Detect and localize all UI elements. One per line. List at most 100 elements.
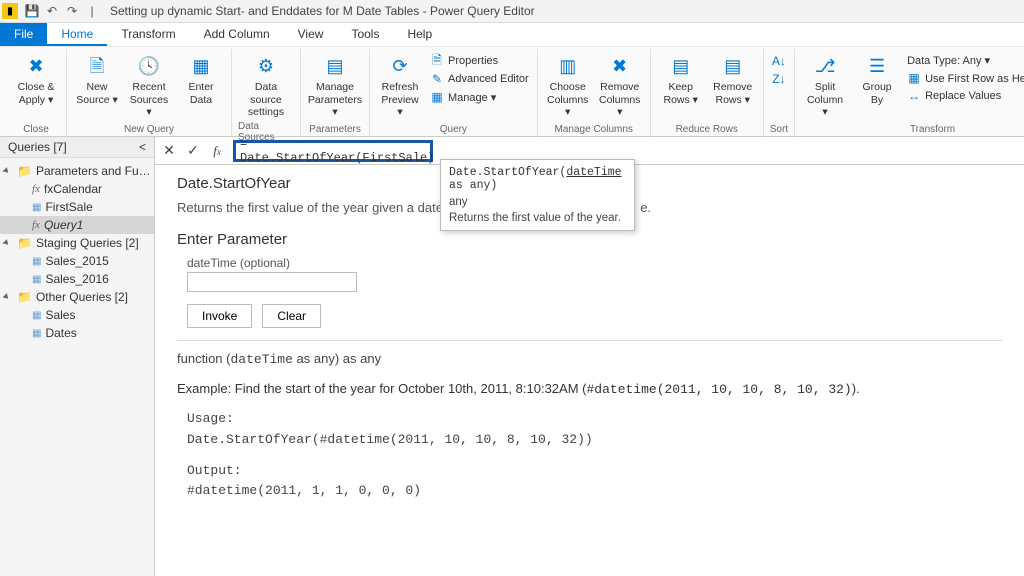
ribbon-group-reducerows: ▤ Keep Rows ▾ ▤ Remove Rows ▾ Reduce Row… bbox=[651, 49, 764, 137]
remove-rows-button[interactable]: ▤ Remove Rows ▾ bbox=[709, 51, 757, 108]
function-icon: fx bbox=[32, 183, 40, 195]
collapse-icon[interactable]: < bbox=[139, 140, 146, 154]
table-icon: ▦ bbox=[32, 274, 41, 285]
replace-values-button[interactable]: ↔Replace Values bbox=[905, 88, 1024, 104]
cancel-formula-button[interactable]: ✕ bbox=[161, 142, 177, 159]
parameters-icon: ▤ bbox=[321, 53, 349, 81]
query-sales[interactable]: ▦Sales bbox=[0, 306, 154, 324]
undo-icon[interactable]: ↶ bbox=[44, 3, 60, 19]
invoke-button[interactable]: Invoke bbox=[187, 304, 252, 328]
manage-parameters-button[interactable]: ▤ Manage Parameters ▾ bbox=[307, 51, 363, 121]
group-by-icon: ☰ bbox=[863, 53, 891, 81]
datasource-settings-button[interactable]: ⚙ Data source settings bbox=[238, 51, 294, 121]
folder-icon: 📁 bbox=[17, 236, 32, 250]
query-sales2015[interactable]: ▦Sales_2015 bbox=[0, 252, 154, 270]
ribbon-group-transform: ⎇ Split Column ▾ ☰ Group By Data Type: A… bbox=[795, 49, 1024, 137]
group-label-parameters: Parameters bbox=[309, 124, 361, 137]
function-icon: fx bbox=[32, 219, 40, 231]
advanced-editor-button[interactable]: ✎Advanced Editor bbox=[428, 71, 531, 87]
param-label: dateTime (optional) bbox=[187, 256, 1002, 270]
enter-data-icon: ▦ bbox=[187, 53, 215, 81]
ribbon-group-managecols: ▥ Choose Columns ▾ ✖ Remove Columns ▾ Ma… bbox=[538, 49, 651, 137]
close-apply-button[interactable]: ✖︎ Close & Apply ▾ bbox=[12, 51, 60, 108]
menu-view[interactable]: View bbox=[284, 23, 338, 46]
group-label-query: Query bbox=[440, 124, 467, 137]
function-signature: function (dateTime as any) as any bbox=[177, 351, 1002, 367]
split-column-icon: ⎇ bbox=[811, 53, 839, 81]
sidebar-header[interactable]: Queries [7] < bbox=[0, 137, 154, 158]
queries-sidebar: Queries [7] < 📁Parameters and Fu… fxfxCa… bbox=[0, 137, 155, 576]
table-icon: ▦ bbox=[32, 310, 41, 321]
enter-parameter-heading: Enter Parameter bbox=[177, 231, 1002, 248]
group-label-reducerows: Reduce Rows bbox=[676, 124, 738, 137]
folder-staging[interactable]: 📁Staging Queries [2] bbox=[0, 234, 154, 252]
folder-icon: 📁 bbox=[17, 290, 32, 304]
function-desc: Returns the first value of the year give… bbox=[177, 200, 443, 215]
recent-sources-button[interactable]: 🕓 Recent Sources ▾ bbox=[125, 51, 173, 121]
table-icon: ▦ bbox=[32, 202, 41, 213]
keep-rows-button[interactable]: ▤ Keep Rows ▾ bbox=[657, 51, 705, 108]
replace-icon: ↔ bbox=[907, 89, 921, 103]
choose-columns-icon: ▥ bbox=[554, 53, 582, 81]
query-sales2016[interactable]: ▦Sales_2016 bbox=[0, 270, 154, 288]
ribbon-group-datasources: ⚙ Data source settings Data Sources bbox=[232, 49, 301, 137]
pbi-icon: ▮ bbox=[2, 3, 18, 19]
formula-input[interactable]: = Date.StartOfYear(FirstSale) bbox=[233, 140, 433, 162]
redo-icon[interactable]: ↷ bbox=[64, 3, 80, 19]
fx-icon[interactable]: fx bbox=[209, 143, 225, 159]
save-icon[interactable]: 💾 bbox=[24, 3, 40, 19]
menu-help[interactable]: Help bbox=[393, 23, 446, 46]
qat-divider: | bbox=[84, 3, 100, 19]
group-by-button[interactable]: ☰ Group By bbox=[853, 51, 901, 108]
first-row-headers-button[interactable]: ▦Use First Row as Headers ▾ bbox=[905, 70, 1024, 86]
menu-file[interactable]: File bbox=[0, 23, 47, 46]
group-label-newquery: New Query bbox=[124, 124, 174, 137]
choose-columns-button[interactable]: ▥ Choose Columns ▾ bbox=[544, 51, 592, 121]
ribbon-group-newquery: 🗎 New Source ▾ 🕓 Recent Sources ▾ ▦ Ente… bbox=[67, 49, 232, 137]
query-tree: 📁Parameters and Fu… fxfxCalendar ▦FirstS… bbox=[0, 158, 154, 346]
group-label-sort: Sort bbox=[770, 124, 788, 137]
properties-button[interactable]: 🗎Properties bbox=[428, 53, 531, 69]
ribbon-group-parameters: ▤ Manage Parameters ▾ Parameters bbox=[301, 49, 370, 137]
clear-button[interactable]: Clear bbox=[262, 304, 321, 328]
divider bbox=[177, 340, 1002, 341]
menu-home[interactable]: Home bbox=[47, 23, 107, 46]
query-query1[interactable]: fxQuery1 bbox=[0, 216, 154, 234]
split-column-button[interactable]: ⎇ Split Column ▾ bbox=[801, 51, 849, 121]
menu-tools[interactable]: Tools bbox=[337, 23, 393, 46]
group-label-close: Close bbox=[23, 124, 49, 137]
titlebar: ▮ 💾 ↶ ↷ | Setting up dynamic Start- and … bbox=[0, 0, 1024, 23]
example-heading: Example: Find the start of the year for … bbox=[177, 381, 1002, 397]
remove-columns-button[interactable]: ✖ Remove Columns ▾ bbox=[596, 51, 644, 121]
menubar: File Home Transform Add Column View Tool… bbox=[0, 23, 1024, 47]
query-fxcalendar[interactable]: fxfxCalendar bbox=[0, 180, 154, 198]
keep-rows-icon: ▤ bbox=[667, 53, 695, 81]
datatype-button[interactable]: Data Type: Any ▾ bbox=[905, 53, 1024, 68]
query-dates[interactable]: ▦Dates bbox=[0, 324, 154, 342]
query-firstsale[interactable]: ▦FirstSale bbox=[0, 198, 154, 216]
sort-asc-button[interactable]: A↓ bbox=[770, 53, 788, 69]
refresh-icon: ⟳ bbox=[386, 53, 414, 81]
param-input[interactable] bbox=[187, 272, 357, 292]
refresh-preview-button[interactable]: ⟳ Refresh Preview ▾ bbox=[376, 51, 424, 121]
remove-rows-icon: ▤ bbox=[719, 53, 747, 81]
folder-parameters[interactable]: 📁Parameters and Fu… bbox=[0, 162, 154, 180]
accept-formula-button[interactable]: ✓ bbox=[185, 142, 201, 159]
table-icon: ▦ bbox=[32, 328, 41, 339]
menu-addcolumn[interactable]: Add Column bbox=[190, 23, 284, 46]
group-label-managecols: Manage Columns bbox=[555, 124, 633, 137]
recent-icon: 🕓 bbox=[135, 53, 163, 81]
new-source-button[interactable]: 🗎 New Source ▾ bbox=[73, 51, 121, 108]
enter-data-button[interactable]: ▦ Enter Data bbox=[177, 51, 225, 108]
table-icon: ▦ bbox=[32, 256, 41, 267]
properties-icon: 🗎 bbox=[430, 54, 444, 68]
settings-icon: ⚙ bbox=[252, 53, 280, 81]
ribbon-group-sort: A↓ Z↓ Sort bbox=[764, 49, 795, 137]
menu-transform[interactable]: Transform bbox=[107, 23, 189, 46]
folder-other[interactable]: 📁Other Queries [2] bbox=[0, 288, 154, 306]
ribbon-group-close: ✖︎ Close & Apply ▾ Close bbox=[6, 49, 67, 137]
manage-button[interactable]: ▦Manage ▾ bbox=[428, 89, 531, 105]
sort-desc-icon: Z↓ bbox=[772, 72, 786, 86]
sort-desc-button[interactable]: Z↓ bbox=[770, 71, 788, 87]
ribbon: ✖︎ Close & Apply ▾ Close 🗎 New Source ▾ … bbox=[0, 47, 1024, 137]
